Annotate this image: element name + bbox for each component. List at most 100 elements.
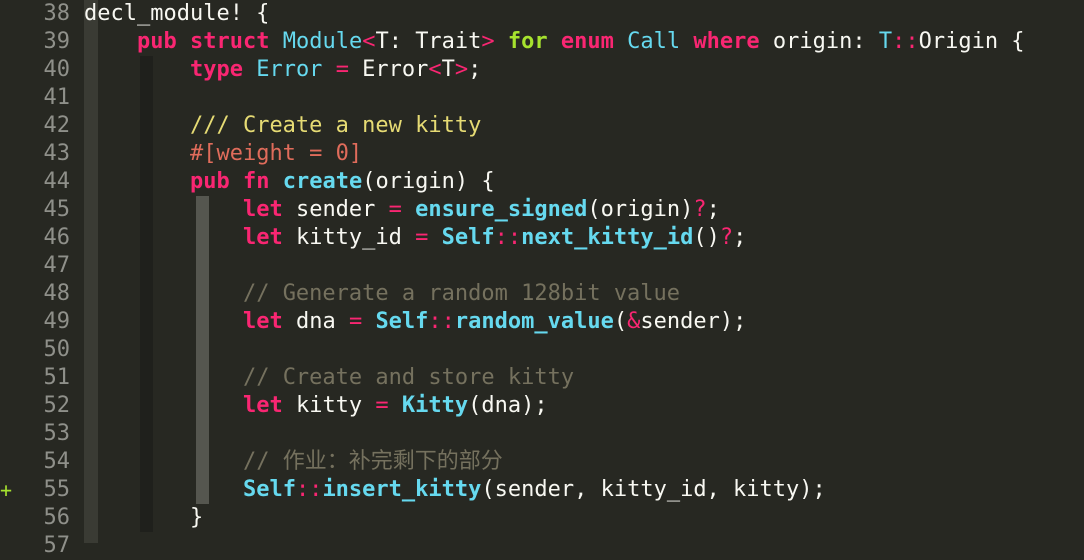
line-number: 44 xyxy=(43,169,71,194)
code-token: = xyxy=(375,393,389,418)
code-text[interactable]: type Error = Error<T>; xyxy=(84,56,481,84)
code-token: ( xyxy=(613,309,628,334)
code-line[interactable]: 46 let kitty_id = Self::next_kitty_id()?… xyxy=(0,224,1084,252)
code-text[interactable]: #[weight = 0] xyxy=(84,140,362,168)
code-token: pub xyxy=(189,169,230,194)
line-number: 38 xyxy=(43,1,71,26)
code-text[interactable]: // Create and store kitty xyxy=(84,364,574,392)
code-token: T: Trait xyxy=(375,29,482,54)
code-text[interactable]: let dna = Self::random_value(&sender); xyxy=(84,308,746,336)
code-token: Self xyxy=(375,309,429,334)
code-line[interactable]: 40 type Error = Error<T>; xyxy=(0,56,1084,84)
code-token: (sender, kitty_id, kitty); xyxy=(481,477,826,502)
code-editor[interactable]: 38 decl_module! {39 pub struct Module<T: … xyxy=(0,0,1084,558)
code-token: ; xyxy=(733,225,747,250)
code-token: Kitty xyxy=(401,393,469,418)
code-text[interactable]: let kitty = Kitty(dna); xyxy=(84,392,548,420)
code-text[interactable]: pub struct Module<T: Trait> for enum Cal… xyxy=(84,28,1025,56)
code-line[interactable]: 42 /// Create a new kitty xyxy=(0,112,1084,140)
code-token: type xyxy=(189,57,243,82)
code-text[interactable]: // Generate a random 128bit value xyxy=(84,280,680,308)
line-number: 41 xyxy=(43,85,71,110)
code-token: sender xyxy=(282,197,389,222)
code-token: } xyxy=(84,505,204,530)
code-token: // 作业：补完剩下的部分 xyxy=(242,449,503,474)
code-text[interactable]: let sender = ensure_signed(origin)?; xyxy=(84,196,720,224)
code-line[interactable]: 39 pub struct Module<T: Trait> for enum … xyxy=(0,28,1084,56)
indent-guide xyxy=(140,336,153,364)
line-number: 53 xyxy=(43,421,71,446)
code-text[interactable]: /// Create a new kitty xyxy=(84,112,481,140)
code-token: = xyxy=(388,197,402,222)
code-token: (origin) xyxy=(587,197,694,222)
code-token: create xyxy=(282,169,363,194)
indent-guide xyxy=(196,336,209,364)
code-token: Module xyxy=(282,29,363,54)
code-token: T xyxy=(441,57,455,82)
code-text[interactable]: // 作业：补完剩下的部分 xyxy=(84,448,503,476)
code-token: fn xyxy=(242,169,270,194)
code-token: Error xyxy=(348,57,429,82)
line-number: 48 xyxy=(43,281,71,306)
code-line[interactable]: 43 #[weight = 0] xyxy=(0,140,1084,168)
code-line[interactable]: 49 let dna = Self::random_value(&sender)… xyxy=(0,308,1084,336)
code-token: () xyxy=(693,225,720,250)
code-text[interactable]: Self::insert_kitty(sender, kitty_id, kit… xyxy=(84,476,826,504)
code-token: // Generate a random 128bit value xyxy=(242,281,681,306)
code-line[interactable]: 41 xyxy=(0,84,1084,112)
code-line[interactable]: 54 // 作业：补完剩下的部分 xyxy=(0,448,1084,476)
code-token: where xyxy=(693,29,760,54)
indent-guide xyxy=(196,420,209,448)
code-token: ; xyxy=(468,57,482,82)
code-token: pub xyxy=(136,29,177,54)
code-line[interactable]: 48 // Generate a random 128bit value xyxy=(0,280,1084,308)
code-line[interactable]: +55 Self::insert_kitty(sender, kitty_id,… xyxy=(0,476,1084,504)
code-token: (origin) { xyxy=(362,169,495,194)
code-text[interactable]: let kitty_id = Self::next_kitty_id()?; xyxy=(84,224,746,252)
code-token: decl_module! { xyxy=(84,1,270,26)
line-number: 50 xyxy=(43,337,71,362)
code-text[interactable]: } xyxy=(84,504,203,532)
code-token: random_value xyxy=(454,309,614,334)
code-line[interactable]: 47 xyxy=(0,252,1084,280)
code-text[interactable]: pub fn create(origin) { xyxy=(84,168,495,196)
code-token: :: xyxy=(295,477,323,502)
code-line[interactable]: 44 pub fn create(origin) { xyxy=(0,168,1084,196)
code-token: ensure_signed xyxy=(415,197,588,222)
line-number: 55 xyxy=(43,477,71,502)
code-token: #[weight = 0] xyxy=(189,141,363,166)
line-number: 46 xyxy=(43,225,71,250)
code-line[interactable]: 56 } xyxy=(0,504,1084,532)
code-token: = xyxy=(415,225,429,250)
code-text[interactable]: decl_module! { xyxy=(84,0,269,28)
code-token: > xyxy=(454,57,469,82)
code-token: /// Create a new kitty xyxy=(189,113,482,138)
code-line[interactable]: 51 // Create and store kitty xyxy=(0,364,1084,392)
code-token: next_kitty_id xyxy=(521,225,694,250)
code-line[interactable]: 50 xyxy=(0,336,1084,364)
code-line[interactable]: 52 let kitty = Kitty(dna); xyxy=(0,392,1084,420)
code-line[interactable]: 57 xyxy=(0,532,1084,560)
line-number: 56 xyxy=(43,505,71,530)
line-number: 43 xyxy=(43,141,71,166)
code-token: ? xyxy=(719,225,734,250)
line-number: 49 xyxy=(43,309,71,334)
line-number: 54 xyxy=(43,449,71,474)
code-line[interactable]: 38 decl_module! { xyxy=(0,0,1084,28)
code-token: Error xyxy=(256,57,323,82)
code-line[interactable]: 45 let sender = ensure_signed(origin)?; xyxy=(0,196,1084,224)
code-line[interactable]: 53 xyxy=(0,420,1084,448)
